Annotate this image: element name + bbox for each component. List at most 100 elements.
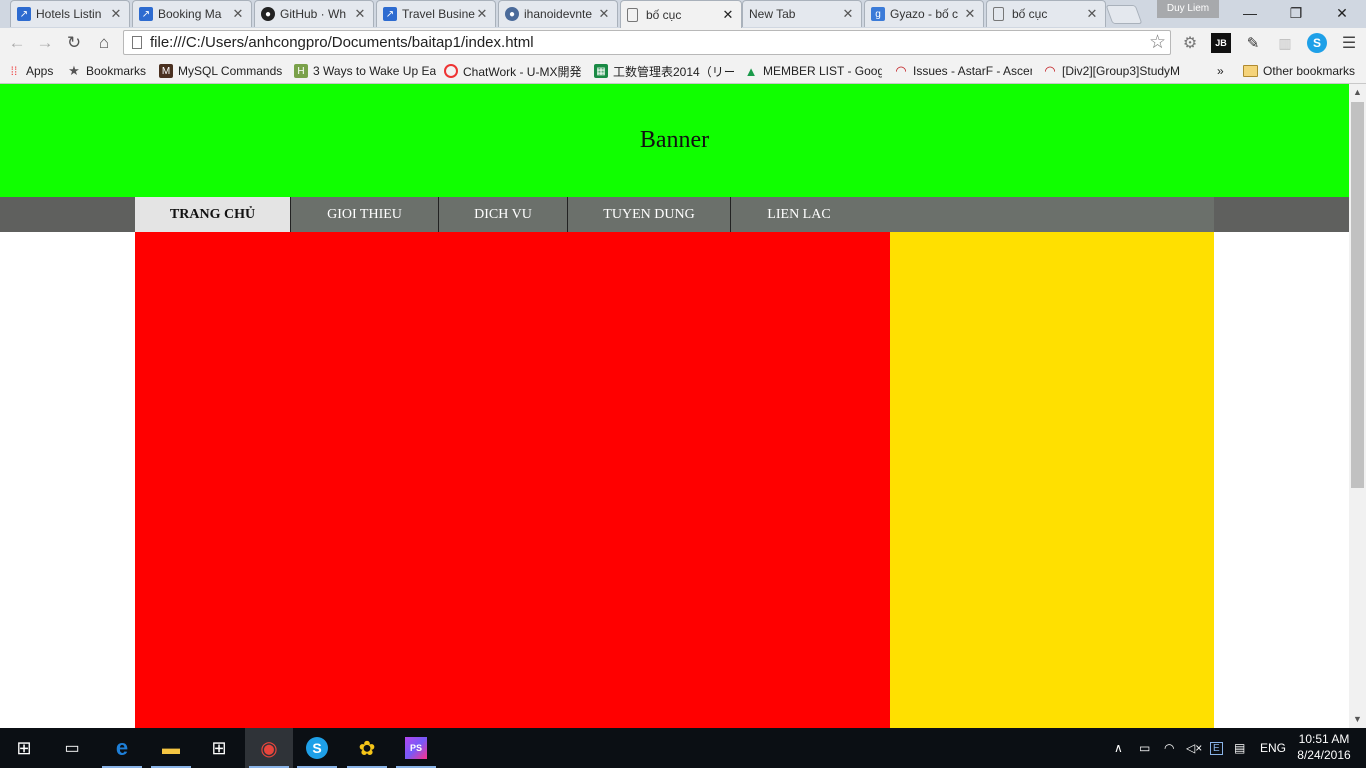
menu-item-dich-vu[interactable]: DICH VU xyxy=(439,197,568,232)
browser-tab[interactable]: ● ihanoidevnte ✕ xyxy=(498,0,618,27)
bookmark-star-icon[interactable]: ☆ xyxy=(1149,31,1166,54)
scroll-down-icon[interactable]: ▼ xyxy=(1349,711,1366,728)
new-tab-button[interactable] xyxy=(1105,5,1143,24)
jetbrains-extension-icon[interactable]: JB xyxy=(1211,33,1231,53)
menu-item-tuyen-dung[interactable]: TUYEN DUNG xyxy=(568,197,731,232)
page-info-icon[interactable] xyxy=(132,36,142,49)
bookmark-member-list[interactable]: ▲ MEMBER LIST - Googl xyxy=(744,62,882,80)
browser-tab[interactable]: New Tab ✕ xyxy=(742,0,862,27)
bookmark-label: MySQL Commands xyxy=(178,64,283,78)
close-tab-icon[interactable]: ✕ xyxy=(475,6,489,22)
close-tab-icon[interactable]: ✕ xyxy=(231,6,245,22)
edge-icon[interactable]: e xyxy=(98,728,146,768)
home-icon[interactable]: ⌂ xyxy=(93,32,115,54)
volume-muted-icon[interactable]: ◁× xyxy=(1186,728,1206,768)
github-icon: ● xyxy=(261,7,275,21)
bookmark-wikihow[interactable]: H 3 Ways to Wake Up Ea xyxy=(294,62,436,80)
eyedropper-extension-icon[interactable]: ✎ xyxy=(1243,33,1263,53)
language-indicator[interactable]: ENG xyxy=(1260,728,1290,768)
other-bookmarks[interactable]: Other bookmarks xyxy=(1243,62,1363,80)
bookmark-bookmarks[interactable]: ★ Bookmarks xyxy=(67,62,151,80)
profile-button[interactable]: Duy Liem xyxy=(1157,0,1219,18)
app-tray-icon[interactable]: E xyxy=(1210,728,1230,768)
gyazo-icon: g xyxy=(871,7,885,21)
yellow-app-icon[interactable]: ✿ xyxy=(343,728,391,768)
task-view-icon[interactable]: ▭ xyxy=(48,728,96,768)
bookmark-label: Apps xyxy=(26,64,54,78)
drive-icon: ▲ xyxy=(744,63,758,79)
bookmark-issues[interactable]: ◠ Issues - AstarF - Ascen xyxy=(894,62,1032,80)
file-explorer-icon[interactable]: ▬ xyxy=(147,728,195,768)
jira-icon: ↗ xyxy=(383,7,397,21)
chatwork-icon xyxy=(444,64,458,78)
tray-overflow-icon[interactable]: ∧ xyxy=(1114,728,1130,768)
bookmarks-bar: ⁞⁞ Apps ★ Bookmarks M MySQL Commands H 3… xyxy=(0,58,1366,84)
tab-title: Travel Busine xyxy=(402,7,475,21)
bookmark-sheet[interactable]: ▦ 工数管理表2014（リー xyxy=(594,62,734,80)
chrome-icon[interactable]: ◉ xyxy=(245,728,293,768)
close-window-icon[interactable]: ✕ xyxy=(1319,0,1365,26)
close-tab-icon[interactable]: ✕ xyxy=(597,6,611,22)
tab-title: bố cục xyxy=(646,7,682,22)
browser-tab[interactable]: ↗ Hotels Listin ✕ xyxy=(10,0,130,27)
bookmark-apps[interactable]: ⁞⁞ Apps xyxy=(7,62,59,80)
back-icon[interactable]: ← xyxy=(6,32,28,54)
discourse-icon: ● xyxy=(505,7,519,21)
bookmark-label: Bookmarks xyxy=(86,64,147,78)
close-tab-icon[interactable]: ✕ xyxy=(841,6,855,22)
url-text[interactable]: file:///C:/Users/anhcongpro/Documents/ba… xyxy=(150,34,534,51)
bookmarks-overflow-button[interactable]: » xyxy=(1217,62,1231,80)
phpstorm-icon[interactable]: PS xyxy=(392,728,440,768)
reload-icon[interactable]: ↻ xyxy=(63,32,85,54)
jira-icon: ↗ xyxy=(139,7,153,21)
mysql-icon: M xyxy=(159,64,173,78)
start-icon[interactable]: ⊞ xyxy=(0,728,48,768)
browser-tab-active[interactable]: bố cục ✕ xyxy=(620,0,742,28)
skype-extension-icon[interactable]: S xyxy=(1307,33,1327,53)
close-tab-icon[interactable]: ✕ xyxy=(109,6,123,22)
close-tab-icon[interactable]: ✕ xyxy=(353,6,367,22)
minimize-icon[interactable]: — xyxy=(1227,0,1273,26)
close-tab-icon[interactable]: ✕ xyxy=(721,7,735,23)
action-center-icon[interactable]: ▤ xyxy=(1234,728,1254,768)
menu-item-gioi-thieu[interactable]: GIOI THIEU xyxy=(291,197,439,232)
browser-tab[interactable]: g Gyazo - bố c ✕ xyxy=(864,0,984,27)
skype-icon[interactable]: S xyxy=(293,728,341,768)
menu-item-lien-lac[interactable]: LIEN LAC xyxy=(731,197,867,232)
bookmark-label: MEMBER LIST - Googl xyxy=(763,64,882,78)
close-tab-icon[interactable]: ✕ xyxy=(1085,6,1099,22)
chrome-menu-icon[interactable]: ☰ xyxy=(1339,33,1359,53)
close-tab-icon[interactable]: ✕ xyxy=(963,6,977,22)
store-icon[interactable]: ⊞ xyxy=(195,728,243,768)
page-viewport: Banner TRANG CHỦ GIOI THIEU DICH VU TUYE… xyxy=(0,84,1349,728)
page-icon xyxy=(627,7,638,22)
clock[interactable]: 10:51 AM 8/24/2016 xyxy=(1293,731,1355,763)
scroll-thumb[interactable] xyxy=(1351,102,1364,488)
redmine-icon: ◠ xyxy=(1044,63,1056,78)
restore-icon[interactable]: ❐ xyxy=(1273,0,1319,26)
address-bar[interactable]: file:///C:/Users/anhcongpro/Documents/ba… xyxy=(123,30,1171,55)
bookmark-study[interactable]: ◠ [Div2][Group3]StudyM xyxy=(1043,62,1185,80)
menu-item-trang-chu[interactable]: TRANG CHỦ xyxy=(135,197,291,232)
wifi-icon[interactable]: ◠ xyxy=(1164,728,1184,768)
browser-tab[interactable]: ● GitHub · Wh ✕ xyxy=(254,0,374,27)
page-scrollbar[interactable]: ▲ ▼ xyxy=(1349,84,1366,728)
jira-icon: ↗ xyxy=(17,7,31,21)
bookmark-mysql[interactable]: M MySQL Commands xyxy=(159,62,285,80)
bookmark-label: 3 Ways to Wake Up Ea xyxy=(313,64,436,78)
nav-menu: TRANG CHỦ GIOI THIEU DICH VU TUYEN DUNG … xyxy=(135,197,1214,232)
browser-tab[interactable]: ↗ Booking Ma ✕ xyxy=(132,0,252,27)
menu-bar: TRANG CHỦ GIOI THIEU DICH VU TUYEN DUNG … xyxy=(0,197,1349,232)
tab-strip: ↗ Hotels Listin ✕ ↗ Booking Ma ✕ ● GitHu… xyxy=(0,0,1366,28)
layout-extension-icon[interactable]: ▥ xyxy=(1275,33,1295,53)
scroll-up-icon[interactable]: ▲ xyxy=(1349,84,1366,101)
taskbar: ⊞ ▭ e ▬ ⊞ ◉ S ✿ PS ∧ ▭ ◠ ◁× E ▤ ENG 10:5… xyxy=(0,728,1366,768)
settings-extension-icon[interactable]: ⚙ xyxy=(1180,33,1200,53)
browser-tab[interactable]: bố cục ✕ xyxy=(986,0,1106,27)
bookmark-label: Issues - AstarF - Ascen xyxy=(913,64,1032,78)
browser-tab[interactable]: ↗ Travel Busine ✕ xyxy=(376,0,496,27)
bookmark-chatwork[interactable]: ChatWork - U-MX開発 xyxy=(444,62,584,80)
battery-icon[interactable]: ▭ xyxy=(1139,728,1159,768)
star-icon: ★ xyxy=(68,63,80,78)
forward-icon[interactable]: → xyxy=(34,32,56,54)
